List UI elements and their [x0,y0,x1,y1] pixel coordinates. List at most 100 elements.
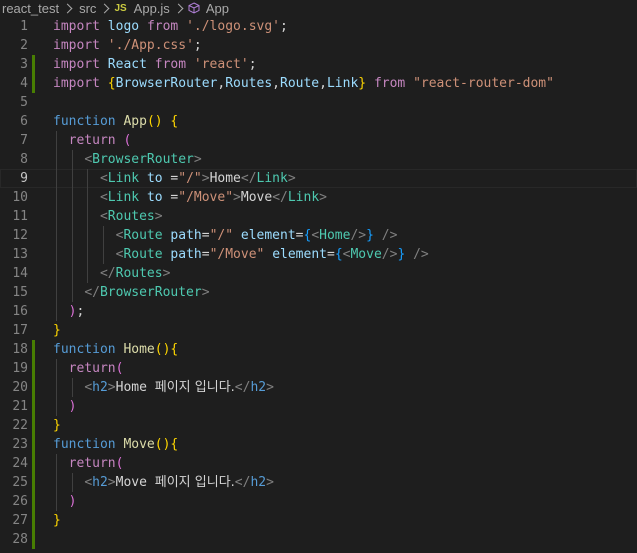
code-line[interactable]: 22} [0,416,637,435]
code-token: from [154,57,187,72]
modified-line-indicator[interactable] [32,511,35,530]
code-line[interactable]: 6 function App() { [0,112,637,131]
modified-line-indicator[interactable] [32,359,35,378]
code-token: /> [413,247,429,262]
modified-line-indicator[interactable] [32,378,35,397]
modified-line-indicator[interactable] [32,473,35,492]
modified-line-indicator[interactable] [32,340,35,359]
code-token: > [154,209,163,224]
code-line[interactable]: 27} [0,511,637,530]
code-token: Link [107,171,140,186]
code-token: </ [234,475,251,490]
code-token: Move [115,475,155,490]
code-line[interactable]: 13 <Route path="/Move" element={<Move/>}… [0,245,637,264]
code-token: = [162,190,179,205]
indent-guide [56,454,57,511]
code-line[interactable]: 26 ) [0,492,637,511]
modified-line-indicator[interactable] [32,74,35,93]
modified-line-indicator[interactable] [32,397,35,416]
code-token: < [84,380,93,395]
code-token: ) [68,494,77,509]
modified-line-indicator[interactable] [32,530,35,549]
code-token: path [170,247,202,262]
modified-line-indicator[interactable] [32,435,35,454]
modified-line-indicator[interactable] [32,55,35,74]
code-token: from [146,19,179,34]
code-token: { [170,437,179,452]
line-number: 15 [12,285,28,300]
code-line[interactable]: 24 return( [0,454,637,473]
line-number: 13 [12,247,28,262]
code-line[interactable]: 8 <BrowserRouter> [0,150,637,169]
code-token: , [319,76,327,91]
code-line[interactable]: 15 </BrowserRouter> [0,283,637,302]
code-line[interactable]: 10 <Link to ="/Move">Move</Link> [0,188,637,207]
code-token: import [53,19,100,34]
code-token: > [319,190,327,205]
code-line[interactable]: 28 [0,530,637,549]
code-line[interactable]: 3 import React from 'react'; [0,55,637,74]
code-line[interactable]: 2 import './App.css'; [0,36,637,55]
code-token: React [107,57,147,72]
code-line[interactable]: 1 import logo from './logo.svg'; [0,17,637,36]
modified-line-indicator[interactable] [32,454,35,473]
code-token: </ [234,380,251,395]
code-token: to [146,171,163,186]
breadcrumb-file-app-js[interactable]: App.js [132,1,172,16]
code-line[interactable]: 4 import {BrowserRouter,Routes,Route,Link… [0,74,637,93]
code-line[interactable]: 7 return ( [0,131,637,150]
code-token: > [266,380,274,395]
code-token: import [53,76,100,91]
code-line[interactable]: 14 </Routes> [0,264,637,283]
line-number: 12 [12,228,28,243]
code-token: 페이지 입니다. [154,380,235,395]
code-token: Link [256,171,288,186]
line-number: 25 [12,475,28,490]
code-line[interactable]: 19 return( [0,359,637,378]
chevron-right-icon [173,3,184,13]
code-token: ; [248,57,257,72]
code-token: Link [287,190,320,205]
code-text: import logo from './logo.svg'; [53,17,288,36]
code-token: </ [240,171,257,186]
code-line[interactable]: 5 [0,93,637,112]
code-editor[interactable]: 1 import logo from './logo.svg'; 2 import '… [0,16,637,553]
code-text: </BrowserRouter> [53,283,209,302]
breadcrumb-symbol-app[interactable]: App [204,1,231,16]
code-line[interactable]: 23 function Move(){ [0,435,637,454]
code-token: /> [381,228,398,243]
breadcrumb-folder-src[interactable]: src [77,1,98,16]
code-text: return( [53,359,124,378]
code-line[interactable]: 11 <Routes> [0,207,637,226]
code-line[interactable]: 20 <h2>Home 페이지 입니다.</h2> [0,378,637,397]
code-line[interactable]: 21 ) [0,397,637,416]
code-line[interactable]: 12 <Route path="/" element={<Home/>} /> [0,226,637,245]
code-token: Home [209,171,241,186]
code-line[interactable]: 9 <Link to ="/">Home</Link> [0,169,637,188]
modified-line-indicator[interactable] [32,416,35,435]
code-token: ) [68,399,77,414]
modified-line-indicator[interactable] [32,492,35,511]
code-token: logo [107,19,140,34]
code-line[interactable]: 18 function Home(){ [0,340,637,359]
code-line[interactable]: 16 ); [0,302,637,321]
code-token: { [334,247,343,262]
breadcrumb-folder-react-test[interactable]: react_test [0,1,61,16]
code-token: = [295,228,304,243]
code-token: < [311,228,320,243]
code-token: < [99,190,108,205]
code-text: } [53,416,61,435]
code-line[interactable]: 17} [0,321,637,340]
code-token: = [201,228,210,243]
code-token: Move [123,437,155,452]
code-token: App [123,114,147,129]
code-line[interactable]: 25 <h2>Move 페이지 입니다.</h2> [0,473,637,492]
